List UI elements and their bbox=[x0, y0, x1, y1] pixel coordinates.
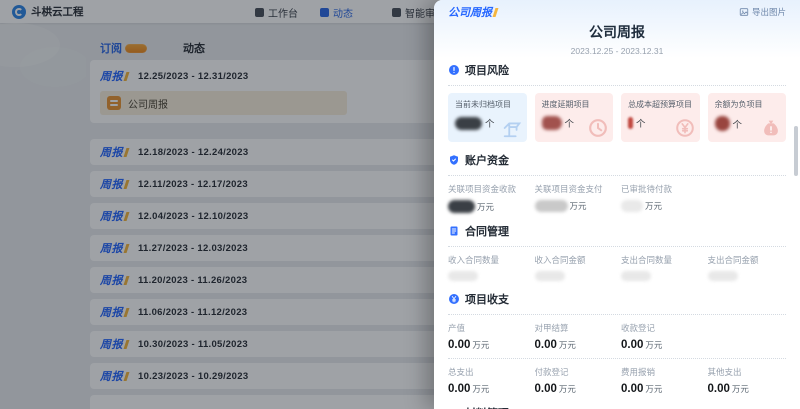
stat-expense-contract-count: 支出合同数量 bbox=[621, 254, 700, 281]
divider bbox=[448, 175, 786, 176]
stat-funds-received: 关联项目资金收款 万元 bbox=[448, 183, 527, 213]
export-image-button[interactable]: 导出图片 bbox=[739, 6, 786, 18]
redacted-value bbox=[621, 200, 643, 212]
redacted-value bbox=[542, 116, 562, 130]
stat-approved-pending: 已审批待付款 万元 bbox=[621, 183, 700, 213]
clock-icon bbox=[587, 117, 609, 139]
drawer-title: 公司周报 bbox=[448, 22, 786, 42]
redacted-value bbox=[535, 271, 565, 281]
section-project-risk: 项目风险 当前未归档项目 个 进度延期项目 个 总成本超预算项目 bbox=[448, 62, 786, 142]
stat-income-contract-count: 收入合同数量 bbox=[448, 254, 527, 281]
section-contract: 合同管理 收入合同数量 收入合同金额 支出合同数量 bbox=[448, 223, 786, 281]
stat-owner-settlement: 对甲结算 0.00万元 bbox=[535, 322, 614, 351]
risk-card-negative-balance: 余额为负项目 个 bbox=[708, 93, 787, 142]
redacted-value bbox=[448, 200, 475, 213]
section-account-funds: 账户资金 关联项目资金收款 万元 关联项目资金支付 万元 已审批待付款 万元 bbox=[448, 152, 786, 213]
payments-icon bbox=[448, 293, 460, 305]
export-image-label: 导出图片 bbox=[752, 6, 786, 18]
redacted-value bbox=[628, 117, 633, 129]
divider bbox=[448, 358, 786, 359]
shield-icon bbox=[448, 154, 460, 166]
redacted-value bbox=[715, 116, 730, 131]
company-weekly-logo: 公司周报 bbox=[448, 4, 497, 20]
stat-expense-contract-amount: 支出合同金额 bbox=[708, 254, 787, 281]
redacted-value bbox=[708, 271, 738, 281]
contract-icon bbox=[448, 225, 460, 237]
redacted-value bbox=[448, 271, 478, 281]
app-screen: 斗栱云工程 工作台 动态 智能审核 订阅 动态 bbox=[0, 0, 800, 409]
redacted-value bbox=[621, 271, 651, 281]
divider bbox=[448, 246, 786, 247]
risk-card-over-budget: 总成本超预算项目 个 bbox=[621, 93, 700, 142]
stat-receipt-registration: 收款登记 0.00万元 bbox=[621, 322, 700, 351]
stat-funds-paid: 关联项目资金支付 万元 bbox=[535, 183, 614, 213]
section-materials: 材料管理 采购订单数量 0个 采购订单金额 0.00万元 入库单金额 0.00万… bbox=[448, 405, 786, 409]
stat-payment-registration: 付款登记 0.00万元 bbox=[535, 366, 614, 395]
risk-card-unarchived: 当前未归档项目 个 bbox=[448, 93, 527, 142]
section-project-payments: 项目收支 产值 0.00万元 对甲结算 0.00万元 收款登记 0.00万元 bbox=[448, 291, 786, 395]
section-title: 项目风险 bbox=[465, 62, 509, 78]
stat-output-value: 产值 0.00万元 bbox=[448, 322, 527, 351]
stat-income-contract-amount: 收入合同金额 bbox=[535, 254, 614, 281]
divider bbox=[448, 314, 786, 315]
risk-card-delayed: 进度延期项目 个 bbox=[535, 93, 614, 142]
section-title: 账户资金 bbox=[465, 152, 509, 168]
divider bbox=[448, 85, 786, 86]
stat-other-expense: 其他支出 0.00万元 bbox=[708, 366, 787, 395]
moneybag-icon bbox=[760, 117, 782, 139]
crane-icon bbox=[501, 117, 523, 139]
section-title: 合同管理 bbox=[465, 223, 509, 239]
drawer-date-range: 2023.12.25 - 2023.12.31 bbox=[448, 46, 786, 56]
stat-expense-reimbursement: 费用报销 0.00万元 bbox=[621, 366, 700, 395]
drawer-scrollbar[interactable] bbox=[794, 126, 798, 176]
redacted-value bbox=[535, 200, 568, 212]
section-title: 材料管理 bbox=[465, 405, 509, 409]
section-title: 项目收支 bbox=[465, 291, 509, 307]
company-weekly-drawer: 公司周报 导出图片 公司周报 2023.12.25 - 2023.12.31 项… bbox=[434, 0, 800, 409]
yuan-icon bbox=[674, 117, 696, 139]
stat-total-expense: 总支出 0.00万元 bbox=[448, 366, 527, 395]
picture-icon bbox=[739, 7, 749, 17]
risk-icon bbox=[448, 64, 460, 76]
redacted-value bbox=[455, 117, 482, 130]
